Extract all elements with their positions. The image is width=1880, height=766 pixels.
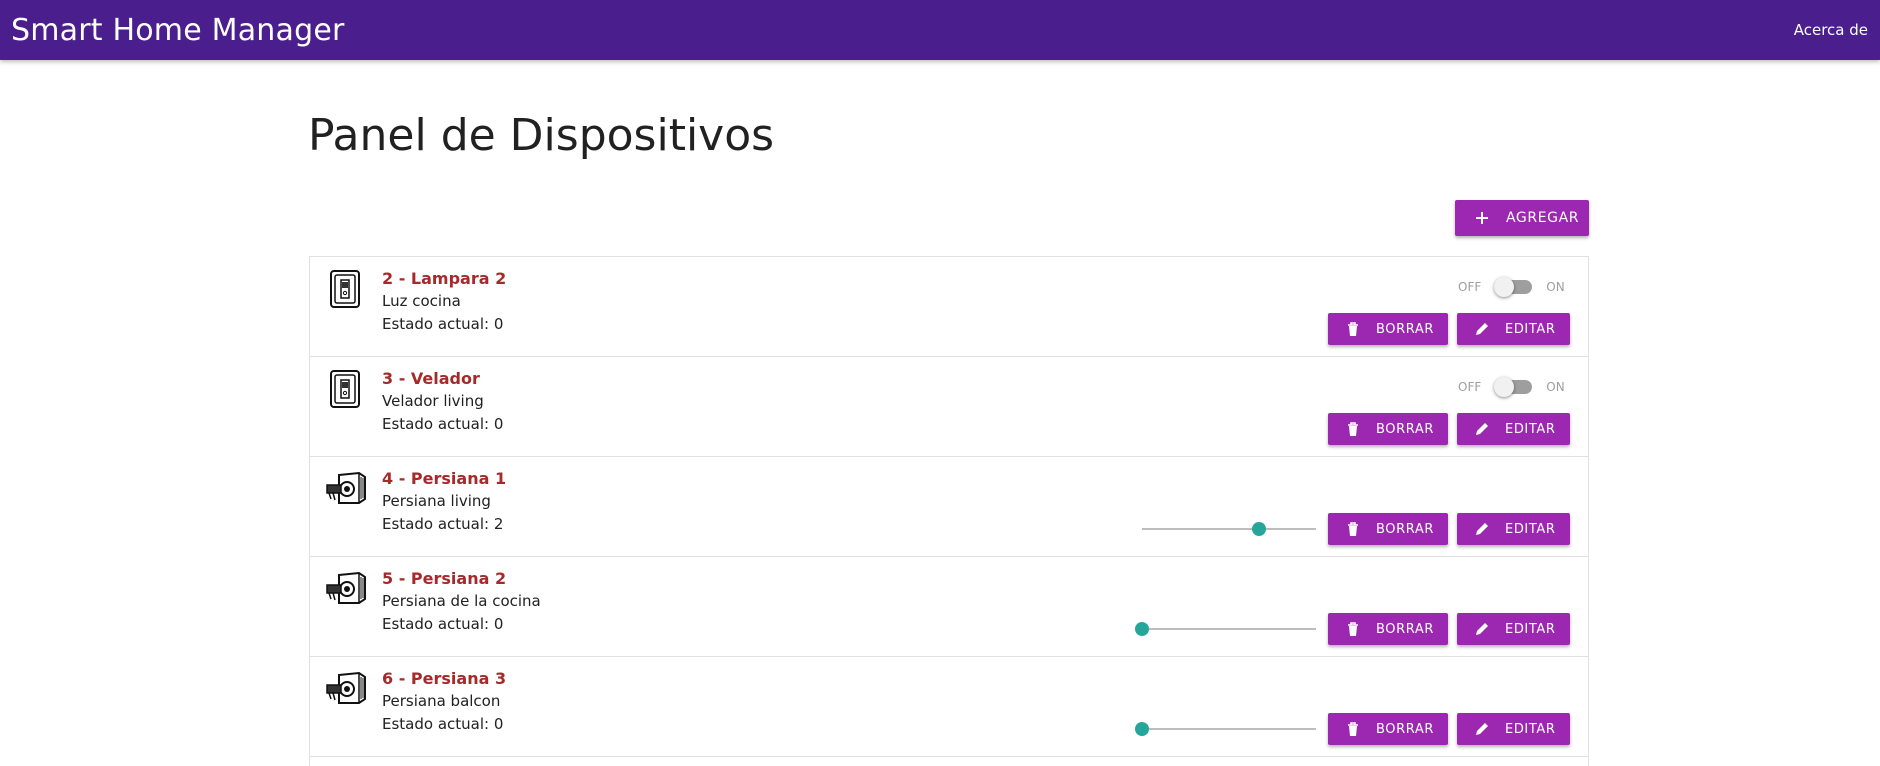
power-switch[interactable]: OFF ON xyxy=(1458,375,1578,399)
edit-button-label: EDITAR xyxy=(1505,321,1556,337)
device-title: 6 - Persiana 3 xyxy=(382,669,507,688)
device-state: Estado actual: 0 xyxy=(382,615,504,633)
switch-off-label: OFF xyxy=(1458,280,1482,294)
device-row: 3 - Velador Velador living Estado actual: … xyxy=(310,357,1588,457)
trash-icon xyxy=(1344,520,1362,538)
delete-button[interactable]: BORRAR xyxy=(1328,613,1448,645)
pencil-icon xyxy=(1473,420,1491,438)
device-row: 6 - Persiana 3 Persiana balcon Estado actu… xyxy=(310,657,1588,757)
app-brand[interactable]: Smart Home Manager xyxy=(11,13,345,48)
device-state: Estado actual: 0 xyxy=(382,715,504,733)
device-title: 4 - Persiana 1 xyxy=(382,469,507,488)
switch-track[interactable] xyxy=(1494,277,1533,297)
delete-button[interactable]: BORRAR xyxy=(1328,713,1448,745)
device-state: Estado actual: 2 xyxy=(382,515,504,533)
device-description: Luz cocina xyxy=(382,292,461,310)
edit-button-label: EDITAR xyxy=(1505,621,1556,637)
edit-button[interactable]: EDITAR xyxy=(1457,513,1570,545)
position-slider[interactable] xyxy=(1142,521,1316,537)
slider-thumb[interactable] xyxy=(1135,622,1149,636)
device-title: 3 - Velador xyxy=(382,369,480,388)
trash-icon xyxy=(1344,620,1362,638)
add-device-button[interactable]: AGREGAR xyxy=(1455,200,1589,236)
edit-button-label: EDITAR xyxy=(1505,421,1556,437)
delete-button[interactable]: BORRAR xyxy=(1328,313,1448,345)
plus-icon xyxy=(1473,209,1491,227)
pencil-icon xyxy=(1473,320,1491,338)
device-state: Estado actual: 0 xyxy=(382,415,504,433)
device-description: Persiana living xyxy=(382,492,491,510)
trash-icon xyxy=(1344,320,1362,338)
slider-track[interactable] xyxy=(1142,628,1316,630)
device-description: Velador living xyxy=(382,392,484,410)
edit-button[interactable]: EDITAR xyxy=(1457,413,1570,445)
device-description: Persiana balcon xyxy=(382,692,501,710)
switch-on-label: ON xyxy=(1546,280,1565,294)
delete-button-label: BORRAR xyxy=(1376,521,1434,537)
blind-motor-icon xyxy=(325,569,366,609)
pencil-icon xyxy=(1473,620,1491,638)
edit-button[interactable]: EDITAR xyxy=(1457,713,1570,745)
top-navbar: Smart Home Manager Acerca de xyxy=(0,0,1880,60)
blind-motor-icon xyxy=(325,669,366,709)
device-row: 4 - Persiana 1 Persiana living Estado actu… xyxy=(310,457,1588,557)
edit-button[interactable]: EDITAR xyxy=(1457,613,1570,645)
device-list: 2 - Lampara 2 Luz cocina Estado actual: 0 O… xyxy=(309,256,1589,766)
slider-track[interactable] xyxy=(1142,728,1316,730)
switch-thumb[interactable] xyxy=(1494,277,1515,297)
page-title: Panel de Dispositivos xyxy=(308,110,775,161)
about-link[interactable]: Acerca de xyxy=(1794,21,1868,39)
position-slider[interactable] xyxy=(1135,621,1316,637)
switch-thumb[interactable] xyxy=(1494,377,1515,397)
add-button-label: AGREGAR xyxy=(1506,210,1580,226)
device-description: Persiana de la cocina xyxy=(382,592,541,610)
pencil-icon xyxy=(1473,720,1491,738)
edit-button-label: EDITAR xyxy=(1505,721,1556,737)
delete-button[interactable]: BORRAR xyxy=(1328,513,1448,545)
switch-track[interactable] xyxy=(1494,377,1533,397)
delete-button-label: BORRAR xyxy=(1376,421,1434,437)
power-switch[interactable]: OFF ON xyxy=(1458,275,1578,299)
delete-button-label: BORRAR xyxy=(1376,721,1434,737)
pencil-icon xyxy=(1473,520,1491,538)
delete-button-label: BORRAR xyxy=(1376,621,1434,637)
slider-track[interactable] xyxy=(1142,528,1316,530)
switch-off-label: OFF xyxy=(1458,380,1482,394)
light-switch-icon xyxy=(325,369,365,409)
device-row: 5 - Persiana 2 Persiana de la cocina Estad… xyxy=(310,557,1588,657)
slider-thumb[interactable] xyxy=(1251,522,1266,536)
switch-on-label: ON xyxy=(1546,380,1565,394)
device-title: 2 - Lampara 2 xyxy=(382,269,507,288)
device-row: 2 - Lampara 2 Luz cocina Estado actual: 0 O… xyxy=(310,257,1588,357)
delete-button-label: BORRAR xyxy=(1376,321,1434,337)
blind-motor-icon xyxy=(325,469,366,509)
device-title: 5 - Persiana 2 xyxy=(382,569,507,588)
edit-button-label: EDITAR xyxy=(1505,521,1556,537)
trash-icon xyxy=(1344,720,1362,738)
trash-icon xyxy=(1344,420,1362,438)
position-slider[interactable] xyxy=(1135,721,1316,737)
delete-button[interactable]: BORRAR xyxy=(1328,413,1448,445)
slider-thumb[interactable] xyxy=(1135,722,1149,736)
light-switch-icon xyxy=(325,269,365,309)
device-state: Estado actual: 0 xyxy=(382,315,504,333)
edit-button[interactable]: EDITAR xyxy=(1457,313,1570,345)
